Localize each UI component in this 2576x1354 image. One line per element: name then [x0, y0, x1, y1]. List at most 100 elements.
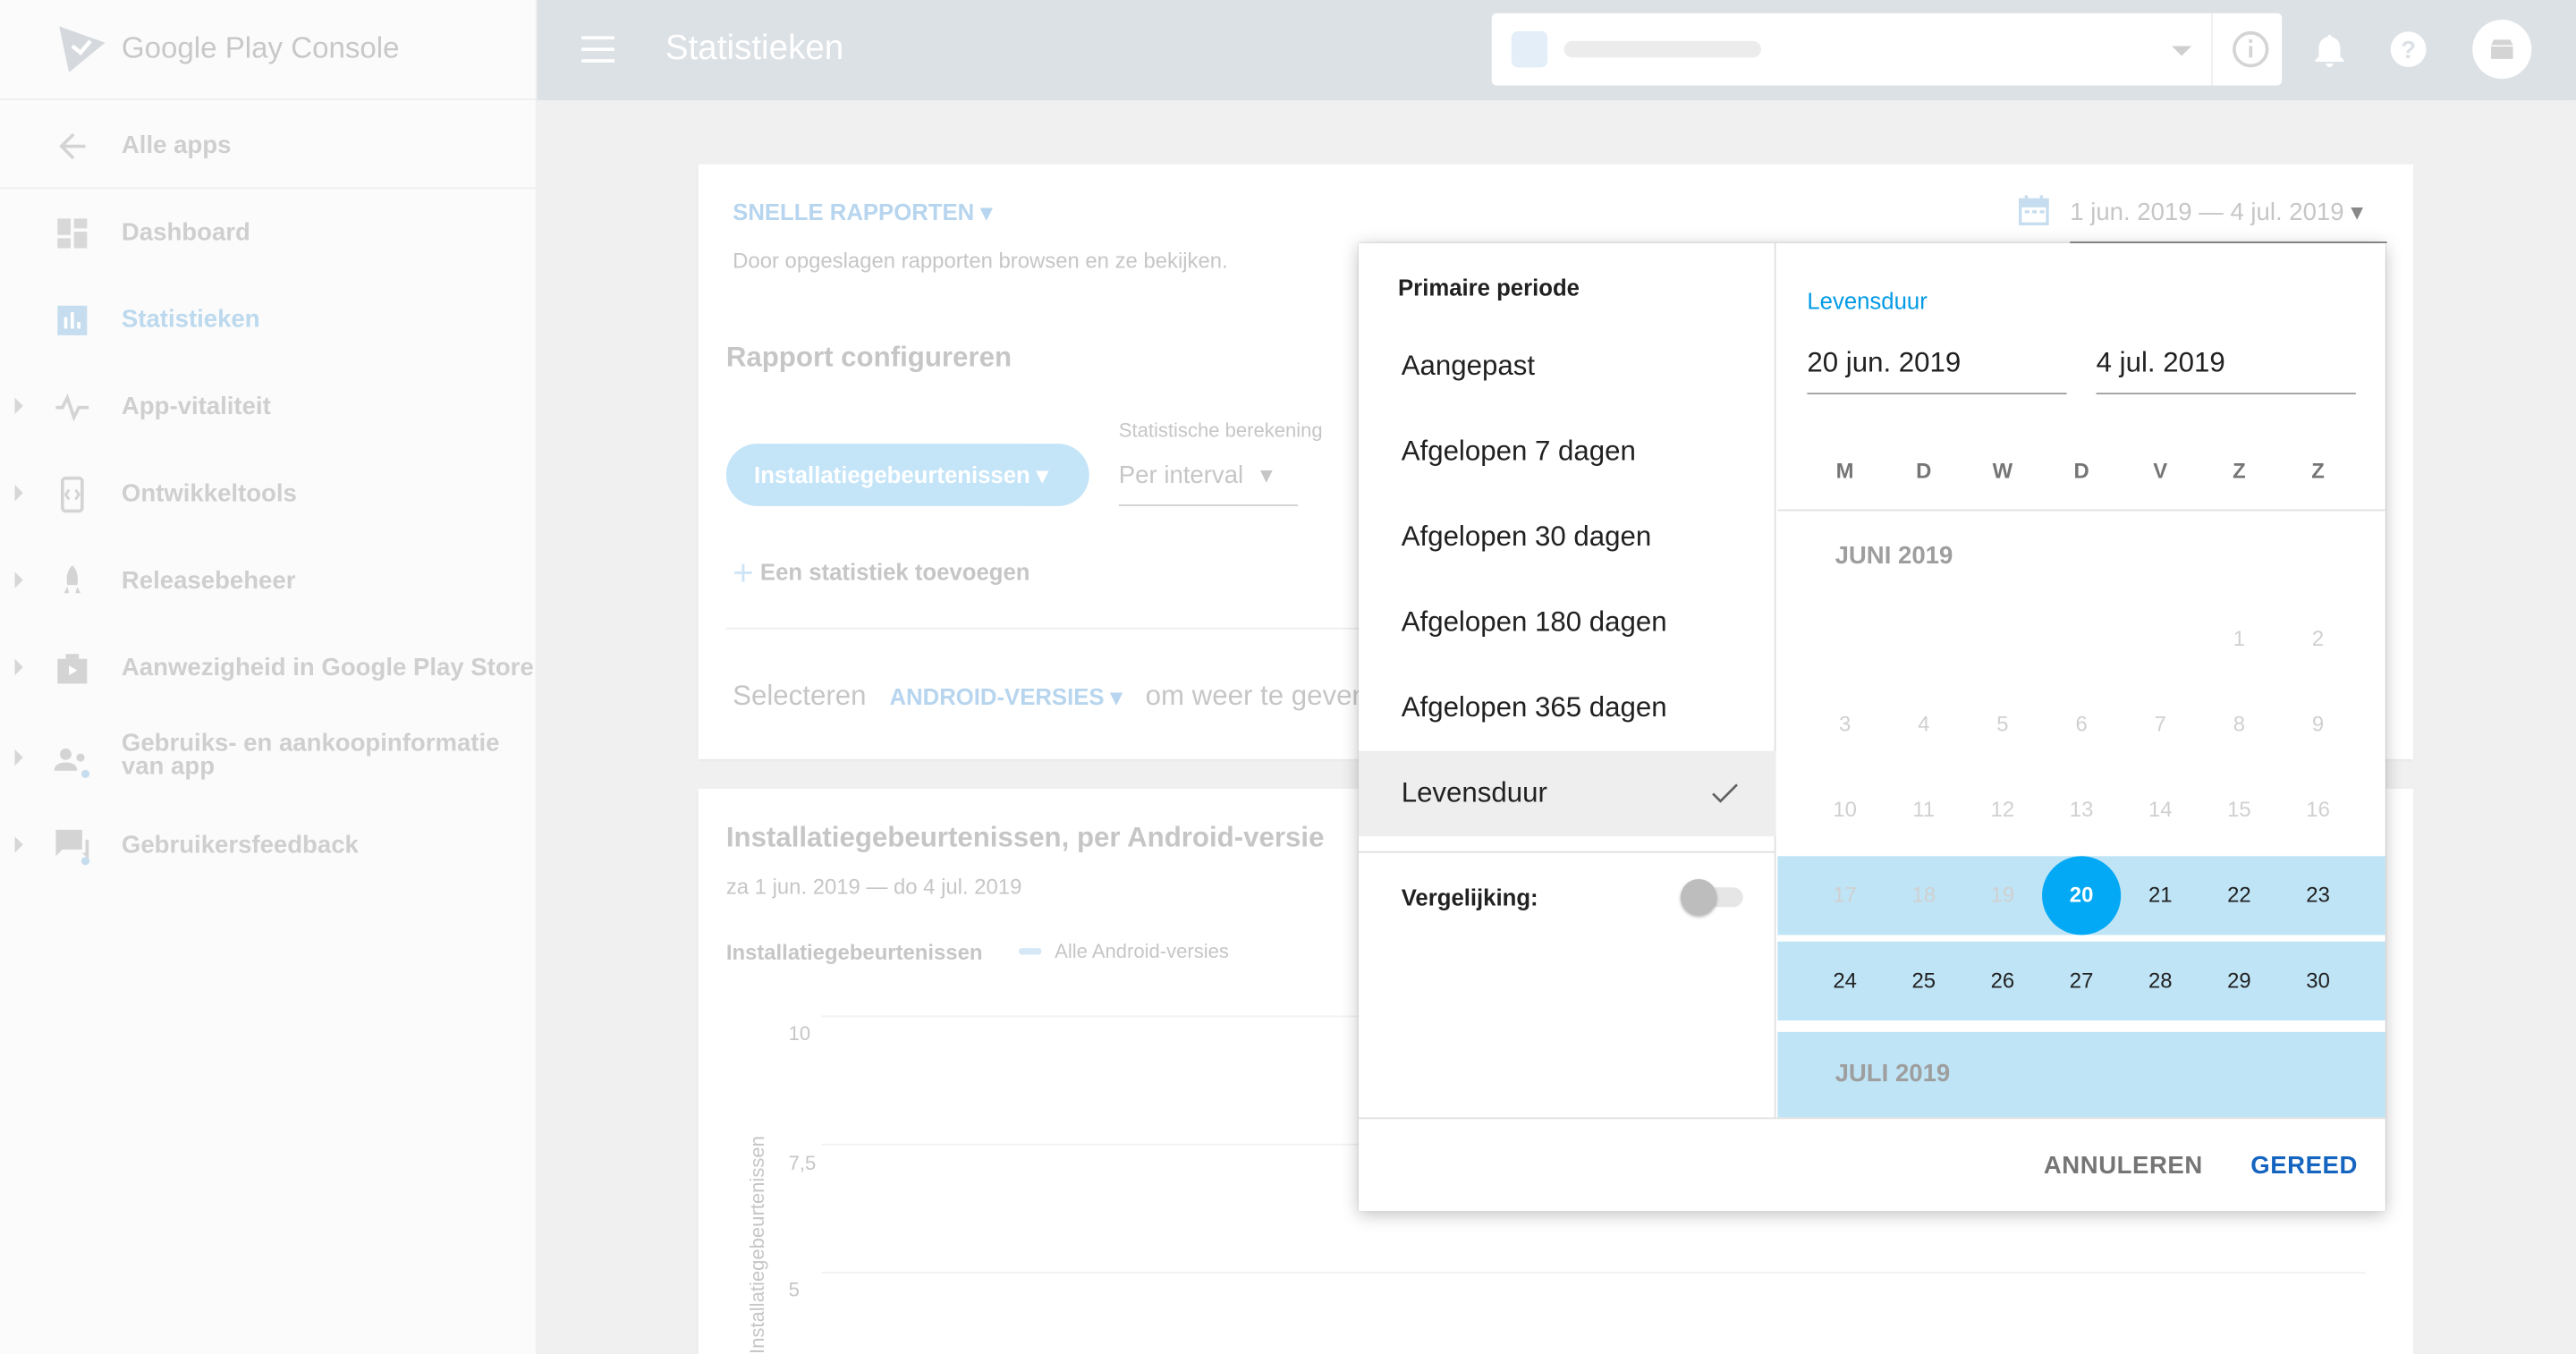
day-number: 30	[2306, 968, 2330, 993]
calendar-day[interactable]: 9	[2279, 685, 2358, 764]
calendar-day-selected[interactable]: 20	[2042, 856, 2122, 935]
calendar-day[interactable]: 16	[2279, 771, 2358, 850]
sidebar-item-dashboard[interactable]: Dashboard	[0, 189, 538, 275]
calendar-day[interactable]: 28	[2121, 942, 2199, 1020]
sidebar-item-statistics[interactable]: Statistieken	[0, 276, 538, 363]
period-option-365-days[interactable]: Afgelopen 365 dagen	[1359, 665, 1776, 751]
calendar-day[interactable]: 13	[2042, 771, 2121, 850]
primary-period-title: Primaire periode	[1398, 274, 1580, 301]
period-options-pane: Primaire periode Aangepast Afgelopen 7 d…	[1358, 242, 1776, 1118]
expand-arrow-icon[interactable]	[14, 836, 23, 853]
avatar[interactable]	[2472, 20, 2532, 80]
calendar-day[interactable]: 12	[1963, 771, 2042, 850]
sidebar-item-label: Ontwikkeltools	[121, 479, 297, 508]
sidebar-item-user-feedback[interactable]: Gebruikersfeedback	[0, 802, 538, 889]
calendar-day[interactable]: 21	[2121, 856, 2199, 935]
calendar-day[interactable]: 11	[1885, 771, 1963, 850]
calendar-day[interactable]: 29	[2199, 942, 2278, 1020]
chevron-down-icon: ▾	[1036, 461, 1048, 488]
sidebar-item-store-presence[interactable]: Aanwezigheid in Google Play Store	[0, 624, 538, 711]
period-option-180-days[interactable]: Afgelopen 180 dagen	[1359, 580, 1776, 666]
calendar-icon[interactable]	[2016, 192, 2052, 228]
calendar-day[interactable]: 17	[1806, 856, 1885, 935]
sidebar-item-user-acquisition[interactable]: Gebruiks- en aankoopinformatie van app	[0, 720, 538, 807]
dev-tools-icon	[60, 476, 84, 513]
calendar-day[interactable]: 2	[2279, 600, 2358, 679]
expand-arrow-icon[interactable]	[14, 749, 23, 766]
calendar-day[interactable]: 8	[2199, 685, 2278, 764]
sidebar-item-dev-tools[interactable]: Ontwikkeltools	[0, 450, 538, 537]
calendar-day[interactable]: 3	[1806, 685, 1885, 764]
calendar-day[interactable]: 1	[2199, 600, 2278, 679]
expand-arrow-icon[interactable]	[14, 571, 23, 588]
calendar-day[interactable]: 6	[2042, 685, 2121, 764]
calendar-day[interactable]: 22	[2199, 856, 2278, 935]
sidebar-item-app-vitals[interactable]: App-vitaliteit	[0, 363, 538, 450]
help-icon[interactable]: ?	[2387, 28, 2430, 71]
add-metric-button[interactable]: + Een statistiek toevoegen	[733, 552, 1030, 595]
calendar-day[interactable]: 25	[1885, 942, 1963, 1020]
calendar-day[interactable]: 15	[2199, 771, 2278, 850]
y-tick-label: 7,5	[788, 1152, 817, 1175]
day-number: 13	[2069, 797, 2094, 822]
calendar-grid: 1 2 3 4 5 6 7 8 9 10 11 12 13 14 15 16 17 18 19 20 21 22 23 24 2…	[1777, 243, 2385, 1032]
page-title: Statistieken	[665, 30, 844, 68]
day-number: 6	[2075, 711, 2088, 737]
compare-toggle[interactable]	[1680, 879, 1746, 916]
day-number: 27	[2069, 968, 2094, 993]
calc-select[interactable]: Per interval ▾	[1118, 460, 1298, 506]
calendar-day[interactable]: 19	[1963, 856, 2042, 935]
calendar-day[interactable]: 14	[2121, 771, 2199, 850]
cancel-button[interactable]: ANNULEREN	[2044, 1152, 2203, 1180]
period-option-label: Afgelopen 30 dagen	[1401, 520, 1652, 553]
period-option-label: Afgelopen 180 dagen	[1401, 606, 1667, 638]
calendar-day[interactable]: 23	[2279, 856, 2358, 935]
divider	[2211, 13, 2214, 86]
metric-chip[interactable]: Installatiegebeurtenissen ▾	[725, 444, 1089, 506]
calendar-day[interactable]: 4	[1885, 685, 1963, 764]
date-range-field[interactable]: 1 jun. 2019 — 4 jul. 2019 ▾	[2070, 197, 2387, 243]
period-option-label: Aangepast	[1401, 350, 1536, 382]
calendar-day[interactable]: 10	[1806, 771, 1885, 850]
period-option-label: Afgelopen 365 dagen	[1401, 691, 1667, 724]
calendar-day[interactable]: 24	[1806, 942, 1885, 1020]
period-option-custom[interactable]: Aangepast	[1359, 324, 1776, 410]
sidebar-item-label: Statistieken	[121, 305, 260, 334]
calendar-day[interactable]: 26	[1963, 942, 2042, 1020]
day-number: 1	[2233, 626, 2246, 651]
sidebar: Google Play Console Alle apps Dashboard …	[0, 0, 538, 1354]
expand-arrow-icon[interactable]	[14, 485, 23, 502]
legend-label[interactable]: Alle Android-versies	[1055, 940, 1229, 963]
chevron-down-icon: ▾	[2351, 199, 2364, 227]
period-option-30-days[interactable]: Afgelopen 30 dagen	[1359, 495, 1776, 580]
day-number: 10	[1833, 797, 1857, 822]
logo[interactable]: Google Play Console	[0, 0, 538, 101]
chart-metric: Installatiegebeurtenissen	[725, 939, 983, 965]
sidebar-item-label: Alle apps	[121, 131, 232, 160]
app-selector[interactable]	[1491, 13, 2283, 86]
expand-arrow-icon[interactable]	[14, 397, 23, 415]
dimension-dropdown[interactable]: ANDROID-VERSIES ▾	[889, 683, 1122, 709]
chart-title: Installatiegebeurtenissen, per Android-v…	[725, 821, 1325, 853]
calendar-day[interactable]: 5	[1963, 685, 2042, 764]
calc-label: Statistische berekening	[1118, 419, 1323, 443]
menu-icon[interactable]	[581, 36, 614, 63]
done-button[interactable]: GEREED	[2250, 1152, 2358, 1180]
calendar-day[interactable]: 18	[1885, 856, 1963, 935]
info-icon[interactable]	[2231, 30, 2270, 69]
calendar-day[interactable]: 7	[2121, 685, 2199, 764]
logo-text: Google Play Console	[121, 30, 400, 64]
expand-arrow-icon[interactable]	[14, 658, 23, 676]
sidebar-item-all-apps[interactable]: Alle apps	[0, 102, 538, 189]
period-option-lifetime[interactable]: Levensduur	[1358, 750, 1776, 837]
period-option-7-days[interactable]: Afgelopen 7 dagen	[1359, 410, 1776, 495]
sidebar-item-release-management[interactable]: Releasebeheer	[0, 537, 538, 624]
day-number: 3	[1838, 711, 1852, 737]
top-app-bar: Statistieken ?	[537, 0, 2576, 101]
app-name-blurred	[1563, 40, 1761, 58]
chevron-down-icon	[2172, 46, 2192, 56]
calendar-day[interactable]: 27	[2042, 942, 2121, 1020]
quick-reports-button[interactable]: SNELLE RAPPORTEN ▾	[733, 199, 992, 226]
calendar-day[interactable]: 30	[2279, 942, 2358, 1020]
bell-icon[interactable]	[2309, 28, 2351, 71]
